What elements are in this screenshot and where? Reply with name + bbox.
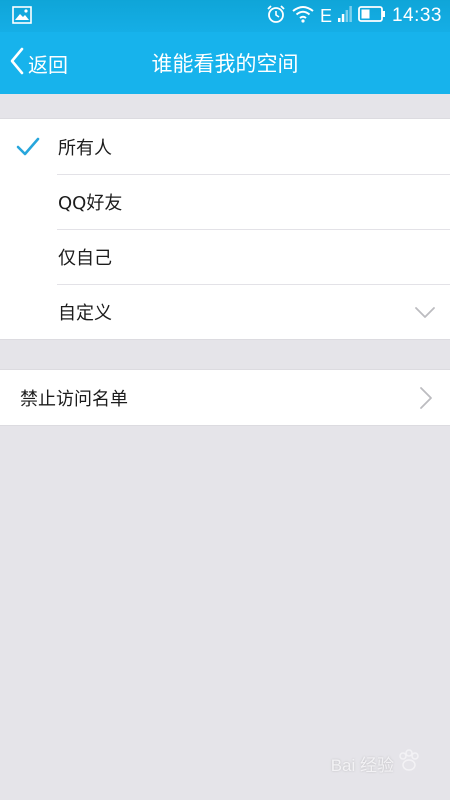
watermark-logo: Bai 经验 [331,748,422,778]
visibility-options-list: 所有人 QQ好友 仅自己 自定义 [0,118,450,340]
option-custom[interactable]: 自定义 [0,284,450,339]
image-icon [12,6,32,24]
option-label: 自定义 [58,302,112,324]
chevron-down-icon [414,302,436,324]
option-qq-friends[interactable]: QQ好友 [0,174,450,229]
screen: E 14:33 返回 谁能看我的空间 所有人 QQ好友 仅自己 自定义 禁止访问… [0,0,450,800]
signal-icon [337,5,352,27]
status-icons: E 14:33 [266,0,442,32]
alarm-icon [266,4,286,28]
check-icon [16,135,40,159]
back-button[interactable]: 返回 [8,32,68,94]
option-label: 所有人 [58,137,112,159]
status-time: 14:33 [391,5,442,26]
wifi-icon [292,5,314,27]
nav-bar: 返回 谁能看我的空间 [0,32,450,94]
option-label: QQ好友 [58,192,123,214]
option-label: 仅自己 [58,247,112,269]
back-label: 返回 [28,52,68,77]
option-only-me[interactable]: 仅自己 [0,229,450,284]
blocklist-item[interactable]: 禁止访问名单 [0,370,450,425]
blocklist-group: 禁止访问名单 [0,369,450,426]
watermark-text: Bai 经验 [330,755,394,775]
blocklist-label: 禁止访问名单 [20,388,128,410]
option-everyone[interactable]: 所有人 [0,119,450,174]
battery-icon [358,6,386,26]
chevron-left-icon [8,46,26,80]
status-bar: E 14:33 [0,0,450,32]
chevron-right-icon [414,386,436,410]
paw-icon [396,748,422,778]
network-type: E [319,5,332,26]
